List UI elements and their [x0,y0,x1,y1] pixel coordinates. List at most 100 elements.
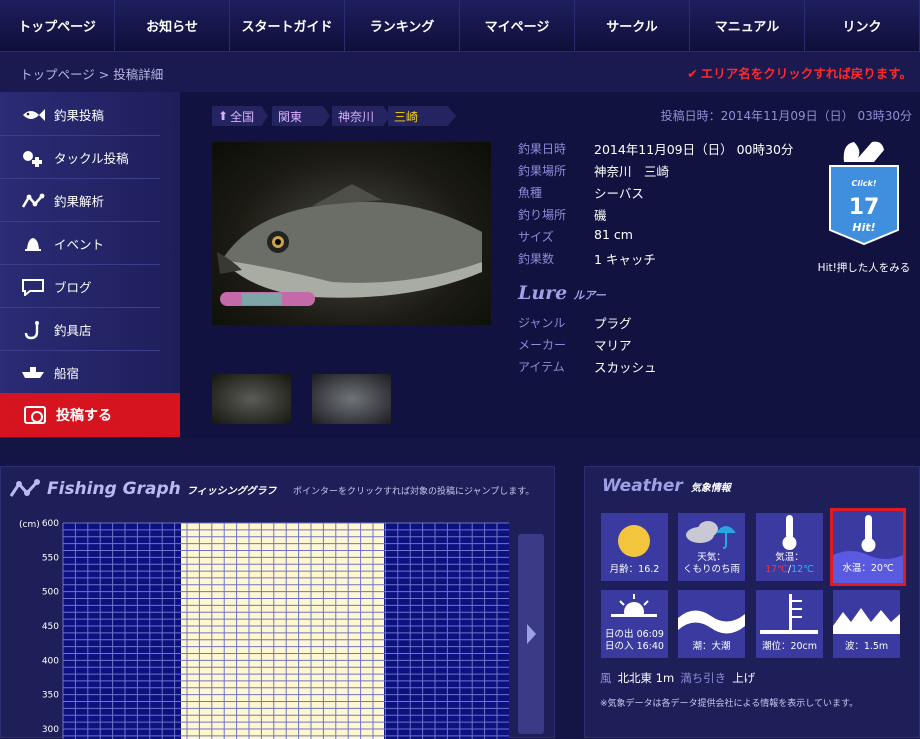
bell-icon [20,234,46,254]
hit-badge-art: Click! 17 Hit! [829,141,899,246]
hit-click-text: Click! [851,179,876,188]
sidebar-item-blog[interactable]: ブログ [0,266,160,308]
nav-link[interactable]: リンク [805,0,920,51]
moon-age-tile: 月齢：16.2 [601,513,668,581]
graph-next-button[interactable] [518,534,544,734]
water-temp-tile: 水温：20℃ [830,508,906,586]
post-button-label: 投稿する [56,408,112,424]
post-button[interactable]: 投稿する [0,393,180,437]
y-tick-label: 500 [42,588,59,598]
air-temp-high: 17℃ [765,564,788,575]
wind-value: 北北東 1m [617,671,675,685]
area-link-misaki[interactable]: 三崎 [388,106,456,126]
area-link-kanagawa[interactable]: 神奈川 [332,106,390,126]
graph-icon [9,479,40,497]
flow-label: 満ち引き [680,671,727,685]
sidebar-item-catch-analysis[interactable]: 釣果解析 [0,180,160,222]
tide: 潮：大潮 [692,641,731,652]
nav-top-page[interactable]: トップページ [0,0,115,51]
detail-label: 釣果場所 [518,164,567,178]
sunrise-icon [611,594,657,622]
y-tick-label: 600 [42,519,59,529]
sidebar-item-boat-inn[interactable]: 船宿 [0,351,160,393]
sunset-time: 日の入 16:40 [605,641,664,652]
speech-bubble-icon [20,277,46,297]
moon-age: 月齢：16.2 [609,564,660,575]
posted-datetime: 投稿日時：2014年11月09日（日） 03時30分 [660,109,912,123]
air-temp-low: 12℃ [791,564,814,575]
sidebar-item-label: タックル投稿 [54,151,129,166]
nav-mypage[interactable]: マイページ [460,0,575,51]
breadcrumb-current: 投稿詳細 [113,67,164,82]
wave-icon [678,610,745,634]
sun-caption: 日の出 06:09 日の入 16:40 [601,629,668,653]
sky-caption: 天気： くもりのち雨 [678,552,745,576]
graph-subtitle: フィッシンググラフ [186,486,277,497]
sidebar-item-label: 釣具店 [54,323,92,338]
water-temp: 水温：20℃ [842,563,894,574]
fishing-graph-panel: Fishing Graph フィッシンググラフ ポインターをクリックすれば対象の投… [0,466,555,739]
sun-tile: 日の出 06:09 日の入 16:40 [601,590,668,658]
sky-label: 天気： [697,552,726,563]
camera-icon [24,406,46,424]
detail-value: 81 cm [594,227,633,242]
nav-manual[interactable]: マニュアル [690,0,805,51]
boat-icon [20,362,46,382]
breadcrumb-bar: トップページ > 投稿詳細 ✔ エリア名をクリックすれば戻ります。 [0,52,920,92]
wind-info: 風北北東 1m 満ち引き 上げ [600,670,761,686]
catch-photo[interactable] [212,142,491,325]
nav-start-guide[interactable]: スタートガイド [230,0,345,51]
back-notice-text: エリア名をクリックすれば戻ります。 [700,66,912,81]
fish-icon [20,105,46,125]
nav-news[interactable]: お知らせ [115,0,230,51]
air-temp-caption: 気温： 17℃/12℃ [756,552,823,576]
sidebar-item-tackle-post[interactable]: タックル投稿 [0,137,160,179]
area-label: 全国 [230,109,255,124]
lure-subtitle: ルアー [573,289,606,302]
top-nav: トップページ お知らせ スタートガイド ランキング マイページ サークル マニュ… [0,0,920,52]
sidebar-item-label: ブログ [54,280,92,295]
hit-button[interactable]: Click! 17 Hit! [828,138,900,246]
sidebar-item-event[interactable]: イベント [0,223,160,265]
graph-title: Fishing Graph [47,479,181,499]
photo-thumbnail-1[interactable] [212,374,291,424]
hook-icon [20,320,46,340]
graph-heading: Fishing Graph フィッシンググラフ [47,479,276,499]
detail-value: 2014年11月09日（日） 00時30分 [594,142,794,157]
y-tick-label: 550 [42,553,59,563]
weather-title: Weather [602,476,683,496]
detail-value: 神奈川 三崎 [594,164,670,179]
area-link-kanto[interactable]: 関東 [272,106,330,126]
flow-value: 上げ [732,671,756,685]
air-temp-label: 気温： [775,552,804,563]
y-tick-label: 400 [42,656,59,666]
fishing-graph-chart[interactable]: (cm) 600 550 500 450 400 350 300 [13,509,513,739]
tide-tile: 潮：大潮 [678,590,745,658]
cloud-umbrella-icon [686,521,736,549]
photo-thumbnail-2[interactable] [312,374,391,424]
breadcrumb-home-link[interactable]: トップページ [20,67,95,82]
moon-icon [618,525,650,557]
sidebar-item-catch-post[interactable]: 釣果投稿 [0,94,160,136]
sidebar-item-tackle-shop[interactable]: 釣具店 [0,309,160,351]
tide-level: 潮位：20cm [761,641,818,652]
lure-title: Lure [518,282,568,304]
sidebar-item-label: 釣果投稿 [54,108,105,123]
nav-ranking[interactable]: ランキング [345,0,460,51]
hit-users-link[interactable]: Hit!押した人をみる [806,260,920,275]
tackle-icon [20,148,46,168]
sky-tile: 天気： くもりのち雨 [678,513,745,581]
y-axis-unit: (cm) [19,520,40,530]
area-link-nationwide[interactable]: ⬆ 全国 [212,106,268,126]
graph-icon [20,191,46,211]
nav-circle[interactable]: サークル [575,0,690,51]
graph-note: ポインターをクリックすれば対象の投稿にジャンプします。 [293,487,535,497]
hit-word: Hit! [852,221,875,234]
y-tick-label: 300 [42,725,59,735]
y-tick-label: 350 [42,691,59,701]
lure-detail-label: ジャンル [518,316,566,330]
sidebar-item-label: 釣果解析 [54,194,105,209]
air-temp-tile: 気温： 17℃/12℃ [756,513,823,581]
lure-detail-label: アイテム [518,360,565,374]
sidebar-item-label: 船宿 [54,365,80,381]
